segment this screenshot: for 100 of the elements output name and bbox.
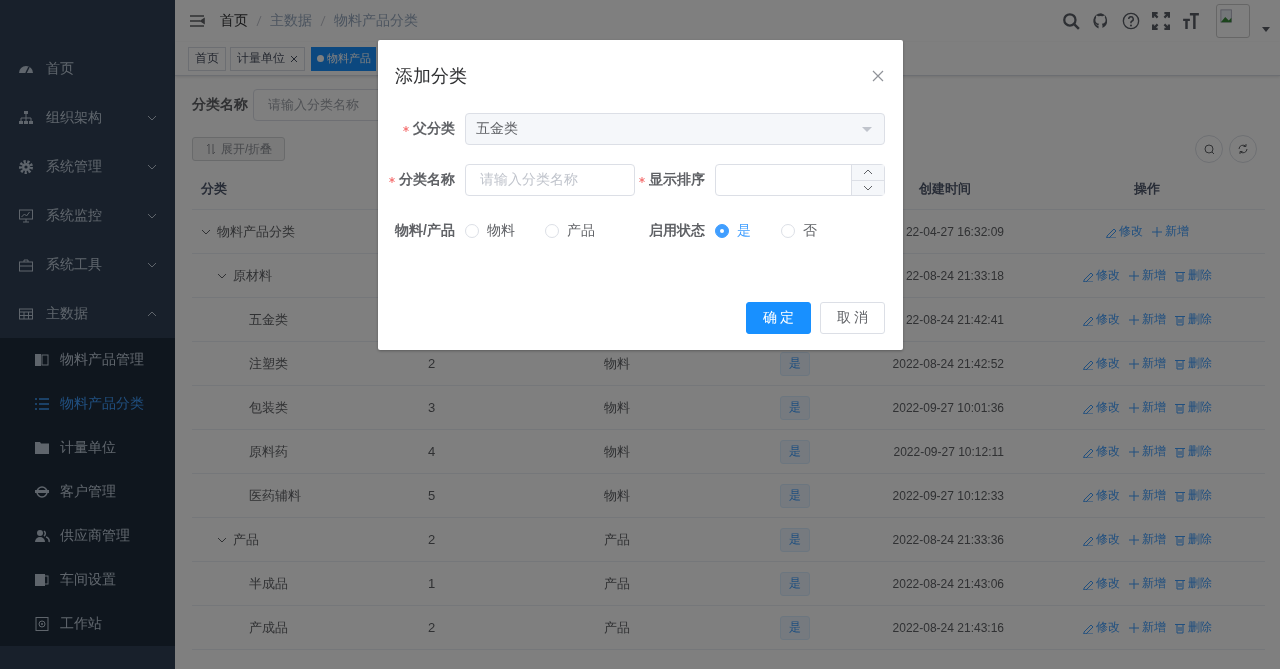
close-icon[interactable] bbox=[290, 54, 298, 63]
status-tag: 是 bbox=[780, 615, 810, 640]
delete-link[interactable]: 删除 bbox=[1173, 355, 1212, 372]
table-cell: 2 bbox=[428, 532, 436, 547]
submenu-item[interactable]: 车间设置 bbox=[0, 558, 175, 602]
delete-link[interactable]: 删除 bbox=[1173, 487, 1212, 504]
table-cell: 2022-08-24 21:43:16 bbox=[892, 620, 1004, 635]
broken-image-icon bbox=[1220, 8, 1234, 24]
breadcrumb-item[interactable]: 首页 bbox=[220, 12, 248, 30]
dialog-title: 添加分类 bbox=[395, 65, 467, 88]
list-icon bbox=[34, 396, 50, 412]
submenu-item[interactable]: 计量单位 bbox=[0, 426, 175, 470]
status-tag: 是 bbox=[780, 527, 810, 552]
tab[interactable]: 首页 bbox=[188, 46, 226, 71]
tab[interactable]: 计量单位 bbox=[230, 46, 305, 71]
menu-label: 系统监控 bbox=[46, 206, 103, 225]
delete-link[interactable]: 删除 bbox=[1173, 311, 1212, 328]
table-cell: 2022-09-27 10:01:36 bbox=[892, 400, 1004, 415]
text-size-icon[interactable] bbox=[1182, 12, 1200, 30]
edit-link[interactable]: 修改 bbox=[1104, 223, 1143, 240]
table-cell: 产品 bbox=[233, 530, 259, 549]
input-field[interactable]: 请输入分类名称 bbox=[465, 164, 635, 196]
table-cell: 原材料 bbox=[233, 266, 272, 285]
tab[interactable]: 物料产品 bbox=[311, 46, 376, 71]
submenu-item[interactable]: 物料产品分类 bbox=[0, 382, 175, 426]
help-icon[interactable] bbox=[1122, 12, 1140, 30]
edit-link[interactable]: 修改 bbox=[1081, 531, 1120, 548]
book-icon bbox=[34, 352, 50, 368]
github-icon[interactable] bbox=[1092, 12, 1110, 30]
cancel-button[interactable]: 取消 bbox=[820, 302, 885, 334]
search-icon[interactable] bbox=[1062, 12, 1080, 30]
add-link[interactable]: 新增 bbox=[1127, 355, 1166, 372]
gear-icon bbox=[18, 158, 34, 175]
submenu-item[interactable]: 物料产品管理 bbox=[0, 338, 175, 382]
avatar-frame[interactable] bbox=[1216, 4, 1250, 38]
field-label: 分类名称 bbox=[399, 171, 455, 189]
delete-link[interactable]: 删除 bbox=[1173, 619, 1212, 636]
table-cell: 产品 bbox=[604, 619, 630, 635]
menu-item[interactable]: 系统工具 bbox=[0, 240, 175, 289]
close-icon[interactable] bbox=[872, 70, 884, 82]
hamburger-icon[interactable] bbox=[189, 13, 205, 29]
menu-item[interactable]: 首页 bbox=[0, 44, 175, 93]
menu-item[interactable]: 主数据 bbox=[0, 289, 175, 338]
edit-link[interactable]: 修改 bbox=[1081, 311, 1120, 328]
column-header: 分类 bbox=[201, 180, 227, 198]
monitor-icon bbox=[18, 207, 34, 224]
menu-item[interactable]: 组织架构 bbox=[0, 93, 175, 142]
people-icon bbox=[34, 528, 50, 544]
radio-label[interactable]: 产品 bbox=[567, 222, 595, 240]
add-link[interactable]: 新增 bbox=[1127, 267, 1166, 284]
status-tag: 是 bbox=[780, 351, 810, 376]
radio-label[interactable]: 物料 bbox=[487, 222, 515, 240]
trash-icon bbox=[1173, 357, 1186, 370]
delete-link[interactable]: 删除 bbox=[1173, 531, 1212, 548]
caret-down-icon[interactable] bbox=[1262, 27, 1270, 32]
status-tag: 是 bbox=[780, 571, 810, 596]
column-header: 操作 bbox=[1133, 181, 1160, 196]
table-cell: 2022-09-27 10:12:11 bbox=[893, 444, 1004, 459]
add-link[interactable]: 新增 bbox=[1127, 443, 1166, 460]
submenu-item[interactable]: 客户管理 bbox=[0, 470, 175, 514]
select-field[interactable]: 五金类 bbox=[465, 113, 885, 145]
delete-link[interactable]: 删除 bbox=[1173, 267, 1212, 284]
menu-label: 系统管理 bbox=[46, 157, 103, 176]
add-link[interactable]: 新增 bbox=[1150, 223, 1189, 240]
radio-button[interactable] bbox=[715, 224, 729, 238]
menu-item[interactable]: 系统管理 bbox=[0, 142, 175, 191]
edit-link[interactable]: 修改 bbox=[1081, 399, 1120, 416]
edit-link[interactable]: 修改 bbox=[1081, 267, 1120, 284]
delete-link[interactable]: 删除 bbox=[1173, 443, 1212, 460]
delete-link[interactable]: 删除 bbox=[1173, 575, 1212, 592]
add-link[interactable]: 新增 bbox=[1127, 311, 1166, 328]
search-icon bbox=[1203, 143, 1215, 155]
edit-link[interactable]: 修改 bbox=[1081, 619, 1120, 636]
trash-icon bbox=[1173, 269, 1186, 282]
status-tag: 是 bbox=[780, 439, 810, 464]
submenu-item[interactable]: 工作站 bbox=[0, 602, 175, 646]
delete-link[interactable]: 删除 bbox=[1173, 399, 1212, 416]
table-icon bbox=[18, 305, 34, 322]
menu-item[interactable]: 系统监控 bbox=[0, 191, 175, 240]
plus-icon bbox=[1127, 577, 1140, 590]
edit-link[interactable]: 修改 bbox=[1081, 487, 1120, 504]
edit-link[interactable]: 修改 bbox=[1081, 575, 1120, 592]
hierarchy-icon bbox=[18, 109, 34, 126]
add-link[interactable]: 新增 bbox=[1127, 619, 1166, 636]
edit-link[interactable]: 修改 bbox=[1081, 355, 1120, 372]
column-header: 创建时间 bbox=[919, 181, 971, 196]
status-tag: 是 bbox=[780, 395, 810, 420]
add-link[interactable]: 新增 bbox=[1127, 575, 1166, 592]
add-link[interactable]: 新增 bbox=[1127, 487, 1166, 504]
confirm-button[interactable]: 确定 bbox=[746, 302, 811, 334]
radio-label[interactable]: 否 bbox=[803, 222, 817, 240]
radio-label[interactable]: 是 bbox=[737, 222, 751, 240]
fullscreen-icon[interactable] bbox=[1152, 12, 1170, 30]
edit-link[interactable]: 修改 bbox=[1081, 443, 1120, 460]
add-link[interactable]: 新增 bbox=[1127, 531, 1166, 548]
table-cell: 医药辅料 bbox=[249, 486, 301, 505]
submenu-item[interactable]: 供应商管理 bbox=[0, 514, 175, 558]
add-link[interactable]: 新增 bbox=[1127, 399, 1166, 416]
table-cell: 1 bbox=[428, 576, 436, 591]
table-cell: 物料 bbox=[604, 399, 630, 415]
